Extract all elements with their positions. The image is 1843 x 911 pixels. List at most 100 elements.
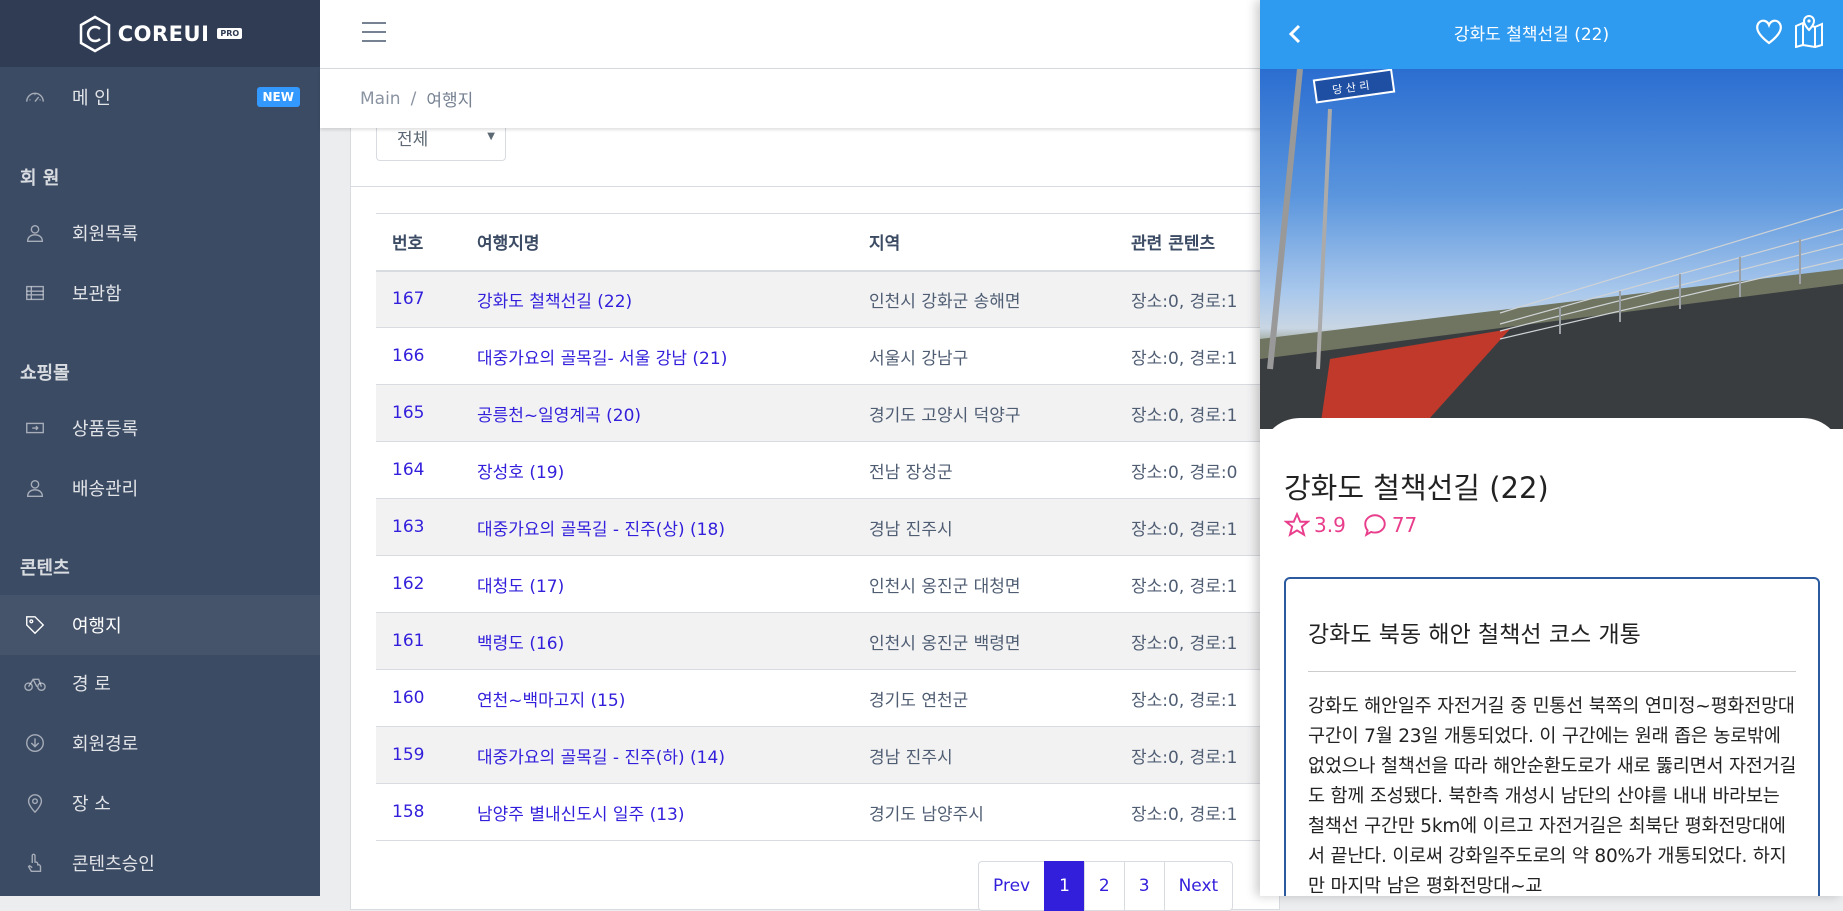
sidebar-item-delivery[interactable]: 배송관리 <box>0 458 320 518</box>
pagination-prev[interactable]: Prev <box>978 861 1046 911</box>
sidebar-item-label: 경 로 <box>72 674 111 695</box>
table-row[interactable]: 160 연천~백마고지 (15) 경기도 연천군 장소:0, 경로:1 <box>376 669 1286 727</box>
sidebar-item-label: 여행지 <box>72 616 122 637</box>
row-name-link[interactable]: 대중가요의 골목길 - 진주(상) (18) <box>461 498 853 556</box>
row-region: 경기도 고양시 덕양구 <box>853 384 1115 442</box>
speedometer-icon <box>24 86 46 108</box>
article-body: 강화도 해안일주 자전거길 중 민통선 북쪽의 연미정~평화전망대 구간이 7월… <box>1308 696 1797 896</box>
breadcrumb-root[interactable]: Main <box>360 89 401 109</box>
row-no: 166 <box>376 327 461 385</box>
destination-title: 강화도 철책선길 (22) <box>1284 471 1549 505</box>
article-title: 강화도 북동 해안 철책선 코스 개통 <box>1308 622 1641 648</box>
pagination-page[interactable]: 3 <box>1123 861 1165 911</box>
sidebar-item-label: 메 인 <box>72 88 111 109</box>
sidebar-item-label: 회원경로 <box>72 734 139 755</box>
table-row[interactable]: 167 강화도 철책선길 (22) 인천시 강화군 송해면 장소:0, 경로:1 <box>376 270 1286 328</box>
row-no: 163 <box>376 498 461 556</box>
location-pin-icon <box>24 792 46 814</box>
row-region: 서울시 강남구 <box>853 327 1115 385</box>
sidebar-item-content-approval[interactable]: 콘텐츠승인 <box>0 833 320 893</box>
row-name-link[interactable]: 장성호 (19) <box>461 441 853 499</box>
row-region: 경남 진주시 <box>853 498 1115 556</box>
rating-value: 3.9 <box>1314 513 1346 537</box>
row-no: 162 <box>376 555 461 613</box>
sidebar-item-places[interactable]: 장 소 <box>0 773 320 833</box>
column-header-no: 번호 <box>376 213 461 272</box>
new-badge: NEW <box>256 87 300 107</box>
sidebar-section-title: 콘텐츠 <box>20 558 70 579</box>
table-row[interactable]: 162 대청도 (17) 인천시 옹진군 대청면 장소:0, 경로:1 <box>376 555 1286 613</box>
row-region: 인천시 옹진군 대청면 <box>853 555 1115 613</box>
heart-icon[interactable] <box>1754 18 1784 46</box>
row-no: 160 <box>376 669 461 727</box>
table-row[interactable]: 166 대중가요의 골목길- 서울 강남 (21) 서울시 강남구 장소:0, … <box>376 327 1286 385</box>
pagination-page[interactable]: 2 <box>1083 861 1125 911</box>
sidebar-item-destinations[interactable]: 여행지 <box>0 595 320 655</box>
column-header-name: 여행지명 <box>461 213 853 272</box>
photo-overlay-curve <box>1260 418 1843 458</box>
map-pin-icon[interactable] <box>1793 14 1825 48</box>
sidebar-item-member-routes[interactable]: 회원경로 <box>0 713 320 773</box>
table-row[interactable]: 161 백령도 (16) 인천시 옹진군 백령면 장소:0, 경로:1 <box>376 612 1286 670</box>
table-row[interactable]: 164 장성호 (19) 전남 장성군 장소:0, 경로:0 <box>376 441 1286 499</box>
select-value: 전체 <box>397 130 429 150</box>
row-no: 164 <box>376 441 461 499</box>
tag-icon <box>24 614 46 636</box>
row-name-link[interactable]: 연천~백마고지 (15) <box>461 669 853 727</box>
comment-icon <box>1364 514 1386 537</box>
pagination-next[interactable]: Next <box>1163 861 1234 911</box>
column-header-region: 지역 <box>853 213 1115 272</box>
user-icon <box>24 222 46 244</box>
breadcrumb-current: 여행지 <box>426 91 474 111</box>
sidebar-item-main[interactable]: 메 인 NEW <box>0 67 320 127</box>
brand-logo[interactable]: COREUI PRO <box>0 0 320 67</box>
destination-photo: 당 산 리 <box>1260 69 1843 429</box>
star-icon <box>1284 512 1310 537</box>
sidebar-section-title: 쇼핑몰 <box>20 363 70 384</box>
brand-pro-tag: PRO <box>217 28 243 39</box>
row-no: 159 <box>376 726 461 784</box>
destination-list-card: 전체 ▼ 번호 여행지명 지역 관련 콘텐츠 167 강화도 철책선길 (22)… <box>350 110 1286 911</box>
user-icon <box>24 477 46 499</box>
caret-down-icon: ▼ <box>487 131 495 142</box>
table-row[interactable]: 158 남양주 별내신도시 일주 (13) 경기도 남양주시 장소:0, 경로:… <box>376 783 1286 841</box>
sidebar-item-label: 보관함 <box>72 284 122 305</box>
sidebar-item-member-list[interactable]: 회원목록 <box>0 203 320 263</box>
sidebar-item-storage[interactable]: 보관함 <box>0 263 320 323</box>
row-no: 161 <box>376 612 461 670</box>
pagination-page[interactable]: 1 <box>1044 861 1085 911</box>
row-name-link[interactable]: 공릉천~일영계곡 (20) <box>461 384 853 442</box>
row-region: 인천시 강화군 송해면 <box>853 270 1115 328</box>
table-row[interactable]: 159 대중가요의 골목길 - 진주(하) (14) 경남 진주시 장소:0, … <box>376 726 1286 784</box>
sidebar-item-label: 상품등록 <box>72 419 139 440</box>
destination-table: 번호 여행지명 지역 관련 콘텐츠 167 강화도 철책선길 (22) 인천시 … <box>376 213 1286 841</box>
photo-scene-illustration: 당 산 리 <box>1260 69 1843 429</box>
row-no: 167 <box>376 270 461 328</box>
table-row[interactable]: 165 공릉천~일영계곡 (20) 경기도 고양시 덕양구 장소:0, 경로:1 <box>376 384 1286 442</box>
sidebar-item-product-register[interactable]: 상품등록 <box>0 398 320 458</box>
list-icon <box>24 282 46 304</box>
row-name-link[interactable]: 대청도 (17) <box>461 555 853 613</box>
comment-count: 77 <box>1391 513 1418 537</box>
row-name-link[interactable]: 백령도 (16) <box>461 612 853 670</box>
arrow-circle-down-icon <box>24 732 46 754</box>
panel-header: 강화도 철책선길 (22) <box>1260 0 1843 69</box>
bicycle-icon <box>24 672 46 694</box>
sidebar-item-routes[interactable]: 경 로 <box>0 653 320 713</box>
sidebar-item-label: 콘텐츠승인 <box>72 854 155 875</box>
row-name-link[interactable]: 대중가요의 골목길- 서울 강남 (21) <box>461 327 853 385</box>
breadcrumb-separator: / <box>410 88 417 109</box>
row-name-link[interactable]: 강화도 철책선길 (22) <box>461 270 853 328</box>
table-row[interactable]: 163 대중가요의 골목길 - 진주(상) (18) 경남 진주시 장소:0, … <box>376 498 1286 556</box>
row-region: 경기도 연천군 <box>853 669 1115 727</box>
row-name-link[interactable]: 남양주 별내신도시 일주 (13) <box>461 783 853 841</box>
row-no: 165 <box>376 384 461 442</box>
input-icon <box>24 417 46 439</box>
row-name-link[interactable]: 대중가요의 골목길 - 진주(하) (14) <box>461 726 853 784</box>
brand-name: COREUI <box>117 21 210 46</box>
divider <box>351 186 1279 187</box>
row-region: 경남 진주시 <box>853 726 1115 784</box>
row-region: 경기도 남양주시 <box>853 783 1115 841</box>
divider <box>1308 671 1796 672</box>
hamburger-menu-icon[interactable] <box>362 22 386 42</box>
